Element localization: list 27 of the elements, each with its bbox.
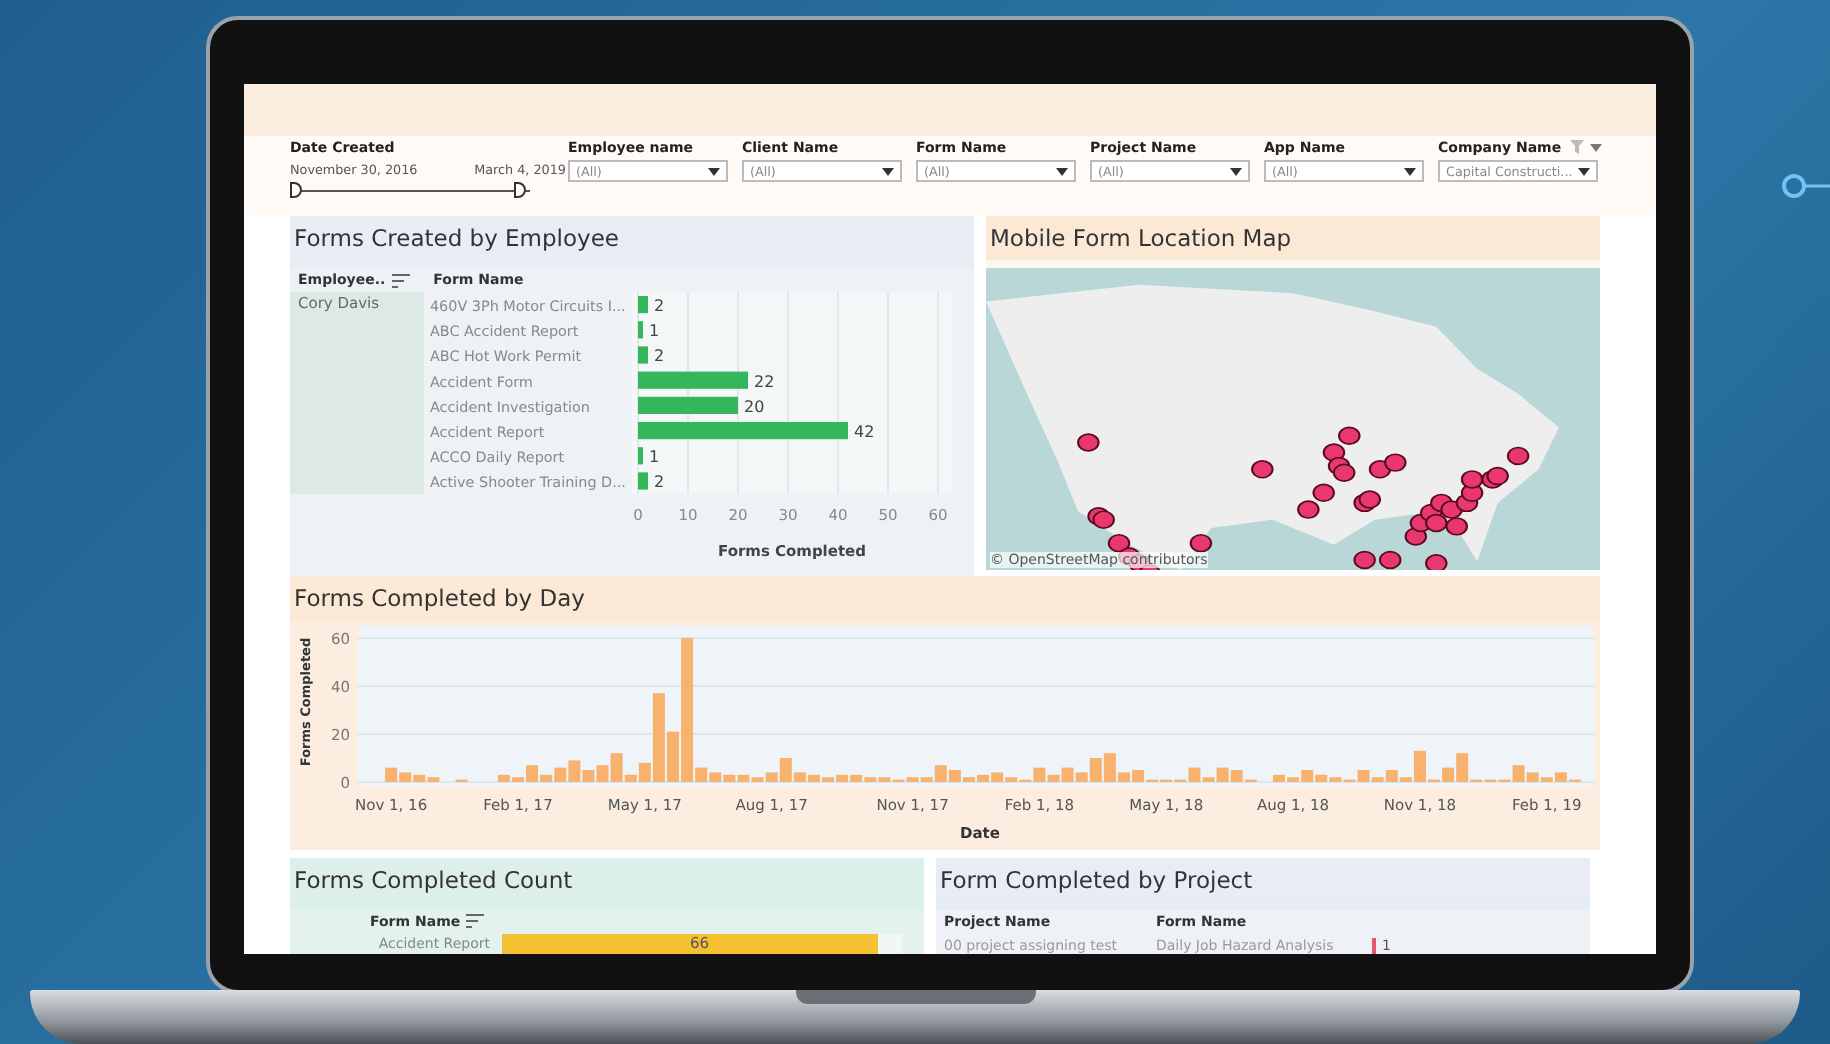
sort-icon[interactable] [466,914,485,928]
caret-icon [882,167,894,175]
bar [638,447,643,465]
value-label: 1 [649,322,660,341]
value-label: 2 [654,347,665,366]
panel-title: Mobile Form Location Map [986,216,1600,260]
value-label: 22 [754,372,775,391]
caret-icon [708,167,720,175]
bar [638,321,643,339]
value-label: 2 [654,297,665,315]
caret-icon [1230,167,1242,175]
caret-icon [1056,167,1068,175]
value-label: 20 [744,397,765,416]
bar [638,346,648,364]
caret-icon [1578,167,1590,175]
filter-icon[interactable] [1570,140,1602,156]
value-label: 1 [649,448,660,467]
value-label: 2 [654,473,665,492]
bar [638,472,648,490]
node-icon [1780,172,1830,200]
sort-icon[interactable] [391,273,410,287]
value-label: 42 [854,423,875,441]
bar [638,296,648,314]
slider-handle[interactable] [514,182,526,198]
panel-title: Forms Completed by Day [290,576,1600,620]
caret-icon [1404,167,1416,175]
slider-handle[interactable] [290,182,302,198]
